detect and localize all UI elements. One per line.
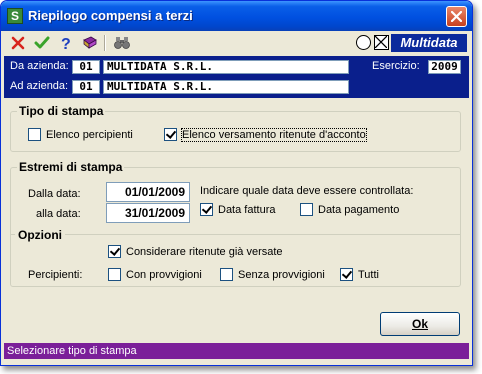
ok-label: Ok xyxy=(411,317,428,331)
logo-circle-icon xyxy=(356,35,371,50)
ad-azienda-label: Ad azienda: xyxy=(10,80,69,92)
checkbox-checked-icon xyxy=(164,128,177,141)
title-bar[interactable]: S Riepilogo compensi a terzi xyxy=(1,1,472,31)
checkbox-checked-icon xyxy=(200,203,213,216)
checkbox-checked-icon xyxy=(108,245,121,258)
company-header: Da azienda: 01 MULTIDATA S.R.L. Esercizi… xyxy=(4,56,469,98)
da-azienda-label: Da azienda: xyxy=(10,60,69,72)
ok-button[interactable]: Ok xyxy=(380,312,460,336)
dalla-data-input[interactable]: 01/01/2009 xyxy=(106,182,190,202)
indicare-label: Indicare quale data deve essere controll… xyxy=(200,185,414,197)
opzioni-title: Opzioni xyxy=(15,228,65,242)
elenco-percipienti-checkbox[interactable]: Elenco percipienti xyxy=(28,128,133,141)
data-pagamento-label: Data pagamento xyxy=(318,203,400,216)
close-icon xyxy=(451,11,462,22)
window-close-button[interactable] xyxy=(446,6,467,27)
con-provvigioni-checkbox[interactable]: Con provvigioni xyxy=(108,268,202,281)
considerare-ritenute-checkbox[interactable]: Considerare ritenute già versate xyxy=(108,245,283,258)
checkbox-icon xyxy=(108,268,121,281)
confirm-check-icon xyxy=(34,36,50,49)
app-icon: S xyxy=(7,8,23,24)
dialog-window: S Riepilogo compensi a terzi ? Multidata… xyxy=(0,0,473,366)
considerare-ritenute-label: Considerare ritenute già versate xyxy=(126,245,283,258)
close-x-icon xyxy=(11,36,25,50)
logo-text: Multidata xyxy=(391,34,467,52)
esercizio-field[interactable]: 2009 xyxy=(428,60,461,74)
alla-data-label: alla data: xyxy=(36,208,81,220)
ad-azienda-code-field[interactable]: 01 xyxy=(72,80,100,94)
senza-provvigioni-label: Senza provvigioni xyxy=(238,268,325,281)
tutti-checkbox[interactable]: Tutti xyxy=(340,268,379,281)
checkbox-checked-icon xyxy=(340,268,353,281)
help-question-icon: ? xyxy=(61,36,71,51)
toolbar: ? Multidata xyxy=(4,31,469,55)
checkbox-icon xyxy=(28,128,41,141)
elenco-percipienti-label: Elenco percipienti xyxy=(46,128,133,141)
toolbar-separator xyxy=(104,35,106,51)
da-azienda-code-field[interactable]: 01 xyxy=(72,60,100,74)
opzioni-divider xyxy=(11,234,460,235)
data-pagamento-checkbox[interactable]: Data pagamento xyxy=(300,203,399,216)
checkbox-icon xyxy=(220,268,233,281)
elenco-versamento-label: Elenco versamento ritenute d'acconto xyxy=(181,127,367,142)
cancel-button[interactable] xyxy=(8,33,28,53)
status-bar: Selezionare tipo di stampa xyxy=(4,343,469,359)
data-fattura-label: Data fattura xyxy=(218,203,276,216)
window-title: Riepilogo compensi a terzi xyxy=(28,8,193,23)
dalla-data-label: Dalla data: xyxy=(28,188,81,200)
tutti-label: Tutti xyxy=(358,268,379,281)
confirm-button[interactable] xyxy=(32,33,52,53)
data-fattura-checkbox[interactable]: Data fattura xyxy=(200,203,275,216)
elenco-versamento-checkbox[interactable]: Elenco versamento ritenute d'acconto xyxy=(164,127,367,142)
multidata-logo: Multidata xyxy=(354,33,469,53)
checkbox-icon xyxy=(300,203,313,216)
estremi-stampa-title: Estremi di stampa xyxy=(17,160,125,174)
book-icon xyxy=(83,36,97,49)
percipienti-label: Percipienti: xyxy=(28,269,83,281)
binoculars-icon xyxy=(114,37,130,49)
senza-provvigioni-checkbox[interactable]: Senza provvigioni xyxy=(220,268,325,281)
help-button[interactable]: ? xyxy=(56,33,76,53)
logo-x-box-icon xyxy=(374,35,389,50)
tipo-stampa-title: Tipo di stampa xyxy=(17,104,106,118)
con-provvigioni-label: Con provvigioni xyxy=(126,268,202,281)
search-button[interactable] xyxy=(112,33,132,53)
esercizio-label: Esercizio: xyxy=(372,60,420,72)
svg-text:?: ? xyxy=(61,36,71,51)
ad-azienda-name-field[interactable]: MULTIDATA S.R.L. xyxy=(103,80,349,94)
da-azienda-name-field[interactable]: MULTIDATA S.R.L. xyxy=(103,60,349,74)
alla-data-input[interactable]: 31/01/2009 xyxy=(106,203,190,223)
manual-button[interactable] xyxy=(80,33,100,53)
